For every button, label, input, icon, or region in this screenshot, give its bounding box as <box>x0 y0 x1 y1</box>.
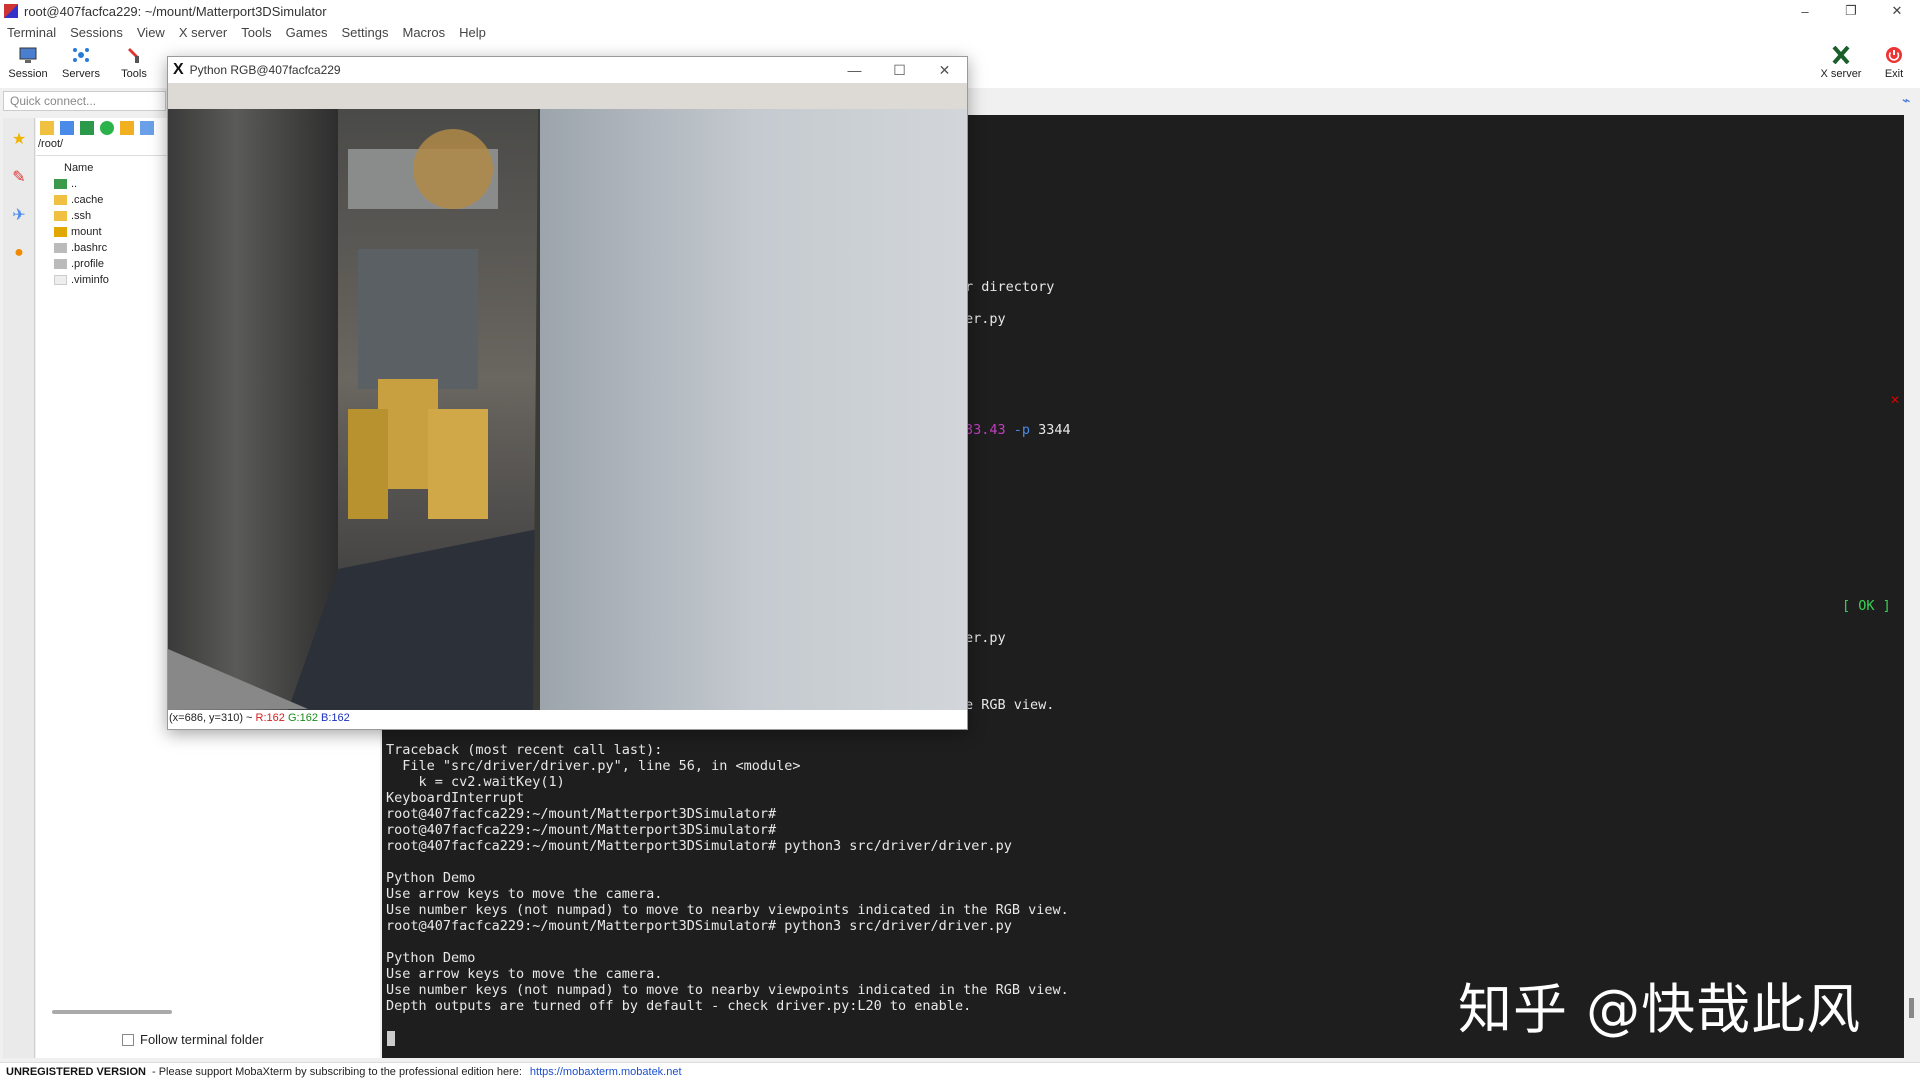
python-window-title: Python RGB@407facfca229 <box>189 63 341 77</box>
close-tab-icon[interactable]: ✕ <box>1890 393 1900 407</box>
mobaxterm-link[interactable]: https://mobaxterm.mobatek.net <box>530 1066 682 1078</box>
file-icon <box>54 243 67 253</box>
minimize-button[interactable]: – <box>1782 0 1828 22</box>
mobaxterm-logo-icon <box>4 4 18 18</box>
terminal-line: root@407facfca229:~/mount/Matterport3DSi… <box>386 822 777 838</box>
menu-view[interactable]: View <box>130 25 172 40</box>
monitor-icon <box>19 47 37 63</box>
follow-terminal-folder-label: Follow terminal folder <box>140 1032 264 1047</box>
sftp-horizontal-scrollbar[interactable] <box>52 1010 172 1014</box>
new-folder-icon[interactable] <box>120 121 134 135</box>
python-maximize-button[interactable]: ☐ <box>877 57 922 83</box>
session-button[interactable]: Session <box>4 46 52 80</box>
terminal-line: r directory <box>965 279 1055 295</box>
x-logo-icon: X <box>173 61 184 78</box>
terminal-line: File "src/driver/driver.py", line 56, in… <box>386 758 801 774</box>
left-sidebar-rail: ★ ✎ ✈ ● <box>3 118 35 1058</box>
file-icon <box>54 275 67 285</box>
terminal-line: root@407facfca229:~/mount/Matterport3DSi… <box>386 806 777 822</box>
terminal-line: Python Demo <box>386 870 476 886</box>
quick-connect-input[interactable]: Quick connect... <box>3 91 166 111</box>
pixel-info-bar: (x=686, y=310) ~ R:162 G:162 B:162 <box>169 712 350 724</box>
folder-icon <box>54 227 67 237</box>
terminal-line: KeyboardInterrupt <box>386 790 525 806</box>
python-minimize-button[interactable]: — <box>832 57 877 83</box>
terminal-line: 33.43 -p 3344 <box>965 422 1071 438</box>
download-icon[interactable] <box>60 121 74 135</box>
terminal-line: k = cv2.waitKey(1) <box>386 774 565 790</box>
terminal-line: Use arrow keys to move the camera. <box>386 966 663 982</box>
menu-terminal[interactable]: Terminal <box>0 25 63 40</box>
parent-folder-icon <box>54 179 67 189</box>
unregistered-label: UNREGISTERED VERSION <box>6 1065 146 1078</box>
star-icon[interactable]: ★ <box>5 122 33 156</box>
terminal-line: Use arrow keys to move the camera. <box>386 886 663 902</box>
status-bar: UNREGISTERED VERSION - Please support Mo… <box>0 1062 1920 1080</box>
python-rgb-window[interactable]: X Python RGB@407facfca229 — ☐ ✕ (x=686, … <box>167 56 968 730</box>
terminal-line: er.py <box>965 311 1006 327</box>
tools-icon <box>128 48 139 63</box>
tools-button[interactable]: Tools <box>110 46 158 80</box>
terminal-line: e RGB view. <box>965 697 1055 713</box>
folder-up-icon[interactable] <box>40 121 54 135</box>
support-message: - Please support MobaXterm by subscribin… <box>151 1065 522 1078</box>
watermark: 知乎 @快哉此风 <box>1458 978 1862 1041</box>
terminal-scrollbar[interactable] <box>1904 115 1920 1058</box>
tools-tab-icon[interactable]: ✎ <box>5 160 33 194</box>
terminal-line: Traceback (most recent call last): <box>386 742 663 758</box>
terminal-line: Use number keys (not numpad) to move to … <box>386 982 1069 998</box>
close-button[interactable]: ✕ <box>1874 0 1920 22</box>
terminal-line: root@407facfca229:~/mount/Matterport3DSi… <box>386 918 1012 934</box>
xserver-button[interactable]: X server <box>1817 46 1865 80</box>
terminal-line: root@407facfca229:~/mount/Matterport3DSi… <box>386 838 1012 854</box>
restore-button[interactable]: ❐ <box>1828 0 1874 22</box>
menu-tools[interactable]: Tools <box>234 25 278 40</box>
refresh-icon[interactable] <box>100 121 114 135</box>
menu-bar: Terminal Sessions View X server Tools Ga… <box>0 22 1920 42</box>
rgb-view-image[interactable] <box>168 109 967 710</box>
menu-settings[interactable]: Settings <box>335 25 396 40</box>
attach-icon[interactable]: ⌁ <box>1902 92 1910 109</box>
servers-button[interactable]: Servers <box>57 46 105 80</box>
follow-terminal-folder-checkbox[interactable]: Follow terminal folder <box>122 1032 264 1047</box>
new-file-icon[interactable] <box>140 121 154 135</box>
python-window-toolbar <box>168 83 967 109</box>
macros-tab-icon[interactable]: ✈ <box>5 198 33 232</box>
title-bar: root@407facfca229: ~/mount/Matterport3DS… <box>0 0 1920 22</box>
menu-sessions[interactable]: Sessions <box>63 25 130 40</box>
x-logo-icon <box>1832 46 1850 64</box>
terminal-line: Depth outputs are turned off by default … <box>386 998 972 1014</box>
python-window-titlebar[interactable]: X Python RGB@407facfca229 — ☐ ✕ <box>168 57 967 83</box>
rendered-scene <box>168 109 967 710</box>
ok-status: [ OK ] <box>1842 598 1891 614</box>
terminal-cursor <box>387 1031 395 1046</box>
menu-games[interactable]: Games <box>279 25 335 40</box>
window-title: root@407facfca229: ~/mount/Matterport3DS… <box>24 3 327 19</box>
file-icon <box>54 259 67 269</box>
exit-button[interactable]: Exit <box>1870 46 1918 80</box>
upload-icon[interactable] <box>80 121 94 135</box>
menu-help[interactable]: Help <box>452 25 493 40</box>
checkbox[interactable] <box>122 1033 134 1046</box>
power-icon <box>1886 47 1902 63</box>
python-close-button[interactable]: ✕ <box>922 57 967 83</box>
sftp-tab-icon[interactable]: ● <box>5 236 33 270</box>
menu-xserver[interactable]: X server <box>172 25 234 40</box>
terminal-line: Use number keys (not numpad) to move to … <box>386 902 1069 918</box>
folder-icon <box>54 195 67 205</box>
menu-macros[interactable]: Macros <box>395 25 452 40</box>
folder-icon <box>54 211 67 221</box>
servers-icon <box>73 48 89 62</box>
terminal-line: Python Demo <box>386 950 476 966</box>
terminal-line: er.py <box>965 630 1006 646</box>
